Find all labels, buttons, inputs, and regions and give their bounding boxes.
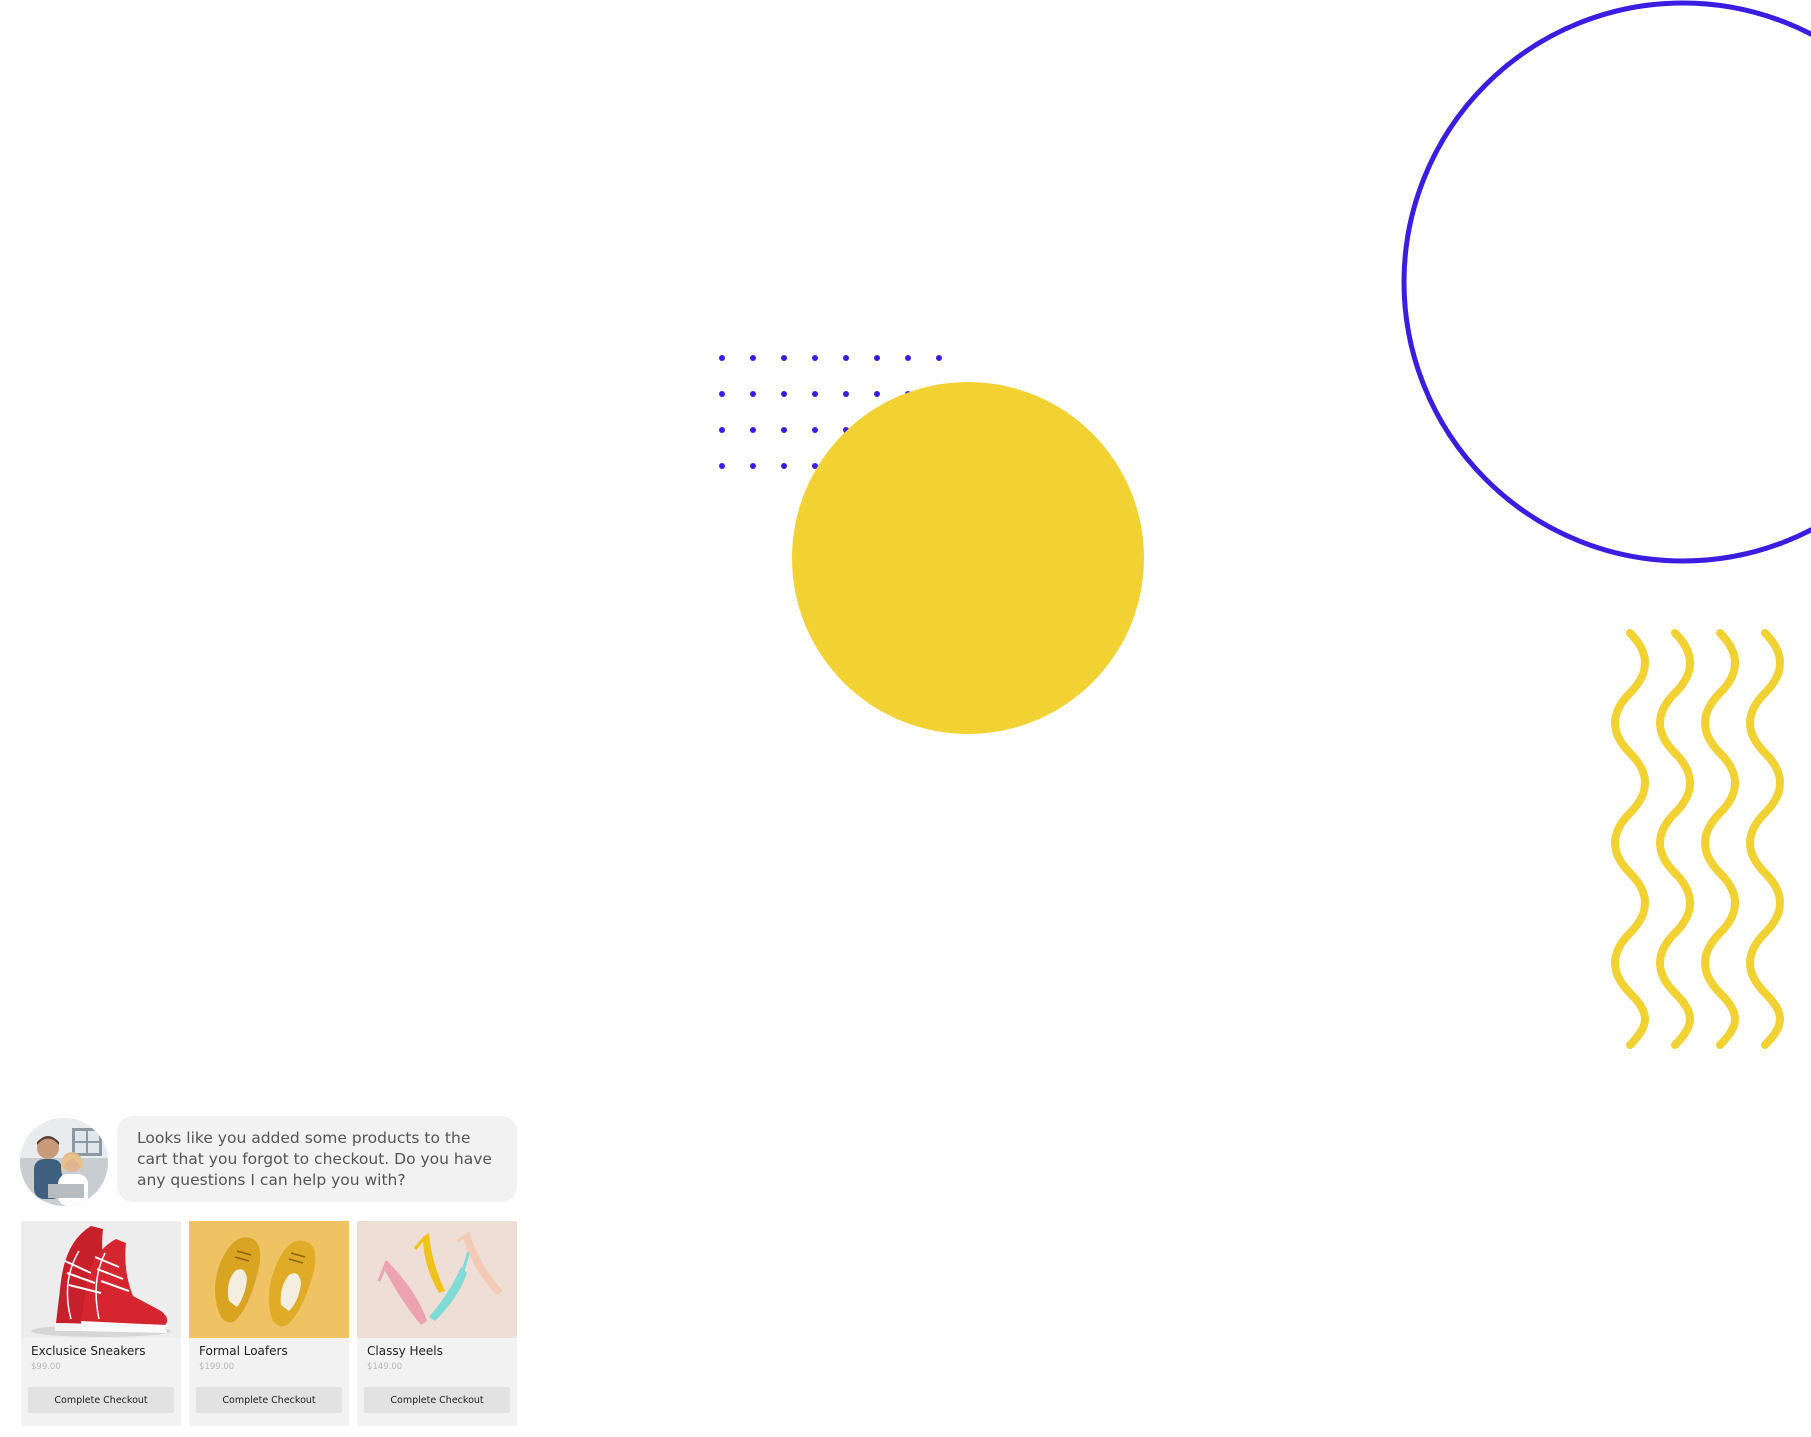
yellow-circle xyxy=(792,382,1144,734)
product-image[interactable] xyxy=(21,1221,181,1338)
red-sneakers-photo xyxy=(21,1221,181,1338)
pastel-heels-photo xyxy=(357,1221,517,1338)
yellow-loafers-photo xyxy=(189,1221,349,1338)
complete-checkout-button[interactable]: Complete Checkout xyxy=(196,1387,342,1413)
page-canvas: Looks like you added some products to th… xyxy=(0,0,1811,1437)
product-price: $199.00 xyxy=(199,1362,235,1372)
product-name: Formal Loafers xyxy=(199,1344,288,1358)
chat-message-row: Looks like you added some products to th… xyxy=(20,1116,517,1208)
chat-message-bubble: Looks like you added some products to th… xyxy=(117,1116,517,1202)
product-name: Exclusice Sneakers xyxy=(31,1344,146,1358)
blue-ring-outline xyxy=(1401,0,1811,564)
product-carousel: Exclusice Sneakers $99.00 Complete Check… xyxy=(21,1221,517,1426)
product-price: $99.00 xyxy=(31,1362,61,1372)
product-card[interactable]: Exclusice Sneakers $99.00 Complete Check… xyxy=(21,1221,181,1426)
product-price: $149.00 xyxy=(367,1362,403,1372)
yellow-wavy-lines xyxy=(1611,629,1784,1049)
product-card[interactable]: Classy Heels $149.00 Complete Checkout xyxy=(357,1221,517,1426)
complete-checkout-button[interactable]: Complete Checkout xyxy=(364,1387,510,1413)
product-card[interactable]: Formal Loafers $199.00 Complete Checkout xyxy=(189,1221,349,1426)
complete-checkout-button[interactable]: Complete Checkout xyxy=(28,1387,174,1413)
agent-avatar[interactable] xyxy=(20,1118,108,1206)
agent-avatar-photo xyxy=(20,1118,108,1206)
product-image[interactable] xyxy=(189,1221,349,1338)
product-name: Classy Heels xyxy=(367,1344,443,1358)
product-image[interactable] xyxy=(357,1221,517,1338)
